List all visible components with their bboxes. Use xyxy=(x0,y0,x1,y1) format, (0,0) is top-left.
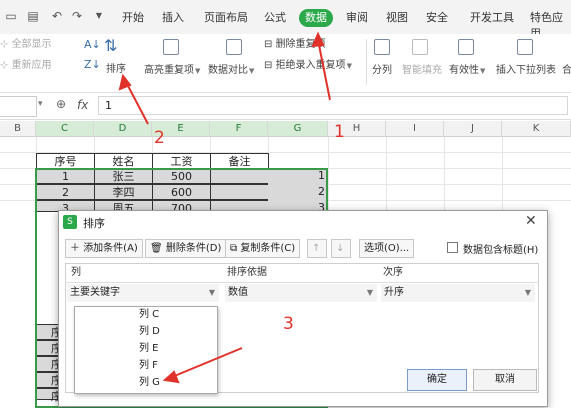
arrowhead xyxy=(311,31,325,48)
annotation-number-3: 3 xyxy=(283,314,294,334)
arrowhead xyxy=(162,370,180,384)
annotation-arrows xyxy=(118,31,331,384)
arrow-to-data-tab xyxy=(317,39,331,101)
annotation-number-2: 2 xyxy=(154,128,165,148)
arrow-to-column-g xyxy=(171,347,243,378)
arrow-to-sort xyxy=(125,81,149,125)
annotation-number-1: 1 xyxy=(334,122,345,142)
